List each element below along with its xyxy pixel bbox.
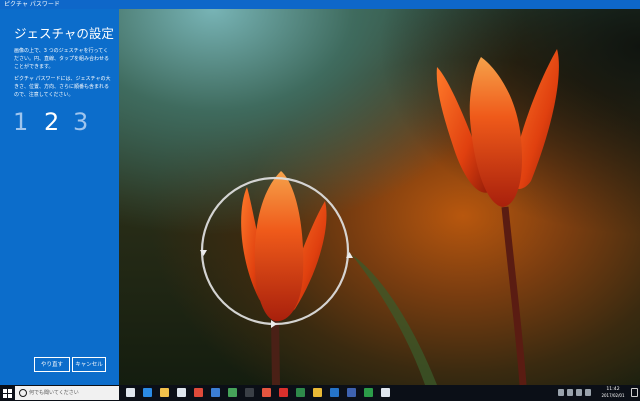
- taskbar: 何でも聞いてください 11:42 2017/02/01: [0, 385, 640, 401]
- settings-icon[interactable]: [381, 388, 390, 397]
- word-icon[interactable]: [347, 388, 356, 397]
- chevron-up-icon[interactable]: [567, 389, 573, 396]
- search-box[interactable]: 何でも聞いてください: [15, 386, 119, 400]
- groove-icon[interactable]: [245, 388, 254, 397]
- console-icon[interactable]: [364, 388, 373, 397]
- edge-icon[interactable]: [143, 388, 152, 397]
- picture-password-canvas[interactable]: [119, 9, 640, 385]
- explorer-icon[interactable]: [160, 388, 169, 397]
- excel-icon[interactable]: [296, 388, 305, 397]
- task-view-icon[interactable]: [126, 388, 135, 397]
- cortana-icon: [19, 389, 27, 397]
- gesture-info: ピクチャ パスワードには、ジェスチャの大きさ、位置、方向、さらに順番も含まれるの…: [14, 76, 111, 98]
- gesture-setup-panel: ジェスチャの設定 画像の上で、3 つのジェスチャを行ってください。円、直線、タッ…: [0, 9, 119, 385]
- chrome-2-icon[interactable]: [313, 388, 322, 397]
- acrobat-icon[interactable]: [279, 388, 288, 397]
- step-3: 3: [73, 108, 89, 136]
- people-icon[interactable]: [558, 389, 564, 396]
- maps-icon[interactable]: [228, 388, 237, 397]
- notification-center-icon[interactable]: [631, 388, 638, 397]
- start-button[interactable]: [0, 385, 15, 401]
- window-title: ピクチャ パスワード: [4, 1, 60, 8]
- step-1: 1: [13, 108, 29, 136]
- store-icon[interactable]: [177, 388, 186, 397]
- window-titlebar: ピクチャ パスワード: [0, 0, 640, 9]
- tulip-photo: [119, 9, 640, 385]
- windows-logo-icon: [3, 389, 12, 398]
- photos-icon[interactable]: [194, 388, 203, 397]
- search-placeholder: 何でも聞いてください: [29, 390, 79, 396]
- gesture-instructions: 画像の上で、3 つのジェスチャを行ってください。円、直線、タップを組み合わせるこ…: [14, 48, 110, 70]
- clock-date: 2017/02/01: [601, 393, 625, 398]
- mail-icon[interactable]: [211, 388, 220, 397]
- outlook-icon[interactable]: [330, 388, 339, 397]
- clock-time: 11:42: [606, 387, 620, 392]
- volume-icon[interactable]: [585, 389, 591, 396]
- panel-heading: ジェスチャの設定: [14, 26, 114, 41]
- taskbar-clock[interactable]: 11:42 2017/02/01: [596, 386, 630, 399]
- step-2-current: 2: [44, 108, 60, 136]
- chrome-icon[interactable]: [262, 388, 271, 397]
- redo-button[interactable]: やり直す: [34, 357, 70, 372]
- cancel-button[interactable]: キャンセル: [72, 357, 106, 372]
- network-icon[interactable]: [576, 389, 582, 396]
